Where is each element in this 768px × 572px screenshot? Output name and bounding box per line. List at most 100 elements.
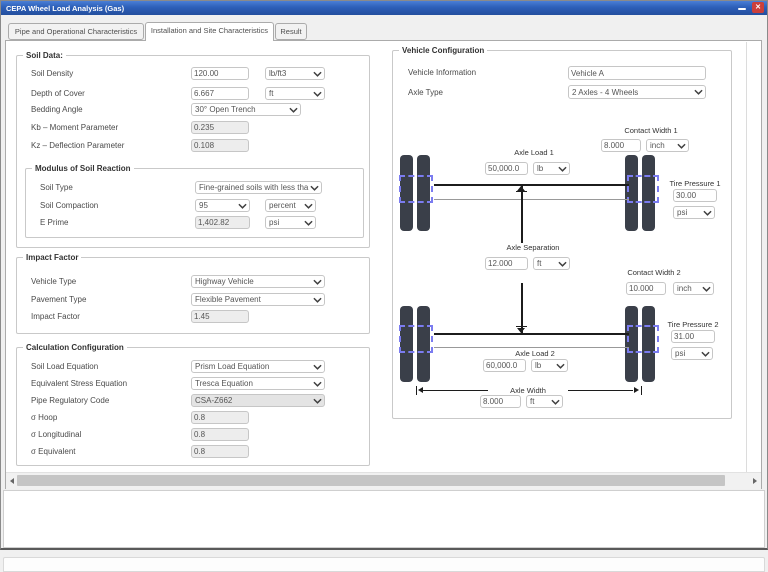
tire-pressure-1-unit-select[interactable]: psi [673,206,715,219]
axle1-line [434,184,629,186]
axle-separation-unit-select[interactable]: ft [533,257,570,270]
select-value: 2 Axles - 4 Wheels [569,88,694,97]
chevron-down-icon [313,364,322,370]
vehicle-type-select[interactable]: Highway Vehicle [191,275,325,288]
sigma-equivalent-label: σ Equivalent [31,447,76,456]
chevron-down-icon [313,297,322,303]
pavement-type-select[interactable]: Flexible Pavement [191,293,325,306]
axle-width-tick-right [641,386,642,395]
chevron-down-icon [313,398,322,404]
axle-load-1-label: Axle Load 1 [469,148,599,157]
equivalent-stress-equation-select[interactable]: Tresca Equation [191,377,325,390]
scroll-left-button[interactable] [8,477,16,485]
select-value: Tresca Equation [192,379,313,388]
tire-pressure-2-label: Tire Pressure 2 [663,320,723,329]
soil-density-unit-select[interactable]: lb/ft3 [265,67,325,80]
group-calculation-configuration: Calculation Configuration Soil Load Equa… [16,347,370,466]
pavement-type-label: Pavement Type [31,295,86,304]
soil-load-equation-select[interactable]: Prism Load Equation [191,360,325,373]
select-value: inch [647,141,677,150]
axle-load-1-input[interactable] [485,162,528,175]
tab-installation-and-site[interactable]: Installation and Site Characteristics [145,22,274,41]
select-value: 95 [196,201,238,210]
bedding-angle-select[interactable]: 30° Open Trench [191,103,301,116]
contact-patch-selection-axle1-left [399,175,433,203]
group-title: Calculation Configuration [23,343,127,352]
chevron-down-icon [551,399,560,405]
group-soil-data: Soil Data: Soil Density lb/ft3 Depth of … [16,55,370,248]
contact-width-2-input[interactable] [626,282,666,295]
tire-pressure-2-input[interactable] [671,330,715,343]
axle-width-label: Axle Width [488,386,568,395]
axle-width-unit-select[interactable]: ft [526,395,563,408]
contact-width-1-unit-select[interactable]: inch [646,139,689,152]
horizontal-scrollbar-thumb[interactable] [17,475,725,486]
kb-moment-parameter-label: Kb – Moment Parameter [31,123,118,132]
axle2-line-secondary [434,347,629,348]
chevron-down-icon [701,351,710,357]
group-vehicle-configuration: Vehicle Configuration Vehicle Informatio… [392,50,732,419]
pipe-regulatory-code-label: Pipe Regulatory Code [31,396,109,405]
select-value: psi [266,218,304,227]
soil-compaction-select[interactable]: 95 [195,199,250,212]
axle2-line [434,333,629,335]
chevron-down-icon [703,210,712,216]
soil-type-label: Soil Type [40,183,73,192]
select-value: percent [266,201,304,210]
soil-density-input[interactable] [191,67,249,80]
tire-pressure-1-input[interactable] [673,189,717,202]
sigma-longitudinal-field [191,428,249,441]
select-value: CSA-Z662 [192,396,313,405]
tire-pressure-2-unit-select[interactable]: psi [671,347,713,360]
depth-of-cover-label: Depth of Cover [31,89,85,98]
select-value: ft [266,89,313,98]
chevron-down-icon [313,71,322,77]
axle-separation-line-top [521,186,523,243]
window-title: CEPA Wheel Load Analysis (Gas) [1,4,124,13]
tab-result[interactable]: Result [275,23,307,40]
axle-load-1-unit-select[interactable]: lb [533,162,570,175]
group-title: Vehicle Configuration [399,46,487,55]
axle-width-input[interactable] [480,395,521,408]
tab-bar: Pipe and Operational Characteristics Ins… [1,22,767,40]
close-button[interactable]: ✕ [752,2,764,13]
chevron-down-icon [677,143,686,149]
select-value: psi [674,208,703,217]
kz-deflection-parameter-field [191,139,249,152]
dimension-bar-bottom [516,326,527,327]
soil-density-label: Soil Density [31,69,73,78]
axle-separation-input[interactable] [485,257,528,270]
select-value: Prism Load Equation [192,362,313,371]
axle-load-2-input[interactable] [483,359,526,372]
soil-type-select[interactable]: Fine-grained soils with less tha [195,181,322,194]
axle-type-select[interactable]: 2 Axles - 4 Wheels [568,85,706,99]
e-prime-unit-select[interactable]: psi [265,216,316,229]
tab-pipe-and-operational[interactable]: Pipe and Operational Characteristics [8,23,144,40]
vehicle-information-input[interactable] [568,66,706,80]
contact-width-2-unit-select[interactable]: inch [673,282,714,295]
depth-of-cover-input[interactable] [191,87,249,100]
contact-width-1-input[interactable] [601,139,641,152]
e-prime-field [195,216,250,229]
select-value: lb [534,164,558,173]
depth-of-cover-unit-select[interactable]: ft [265,87,325,100]
scroll-left-icon [10,478,14,484]
content-viewport: Soil Data: Soil Density lb/ft3 Depth of … [7,42,747,472]
group-title: Impact Factor [23,253,81,262]
contact-patch-selection-axle1-right [627,175,659,203]
scroll-right-button[interactable] [751,477,759,485]
sigma-hoop-field [191,411,249,424]
axle-width-line-left [423,390,488,391]
contact-width-2-label: Contact Width 2 [589,268,719,277]
axle-type-label: Axle Type [408,88,443,97]
soil-compaction-unit-select[interactable]: percent [265,199,316,212]
e-prime-label: E Prime [40,218,68,227]
minimize-button[interactable] [735,2,748,13]
impact-factor-field [191,310,249,323]
chevron-down-icon [694,89,703,95]
select-value: psi [672,349,701,358]
pipe-regulatory-code-select: CSA-Z662 [191,394,325,407]
horizontal-scrollbar[interactable] [6,472,761,489]
axle-width-line-right [568,390,633,391]
axle-load-2-unit-select[interactable]: lb [531,359,568,372]
